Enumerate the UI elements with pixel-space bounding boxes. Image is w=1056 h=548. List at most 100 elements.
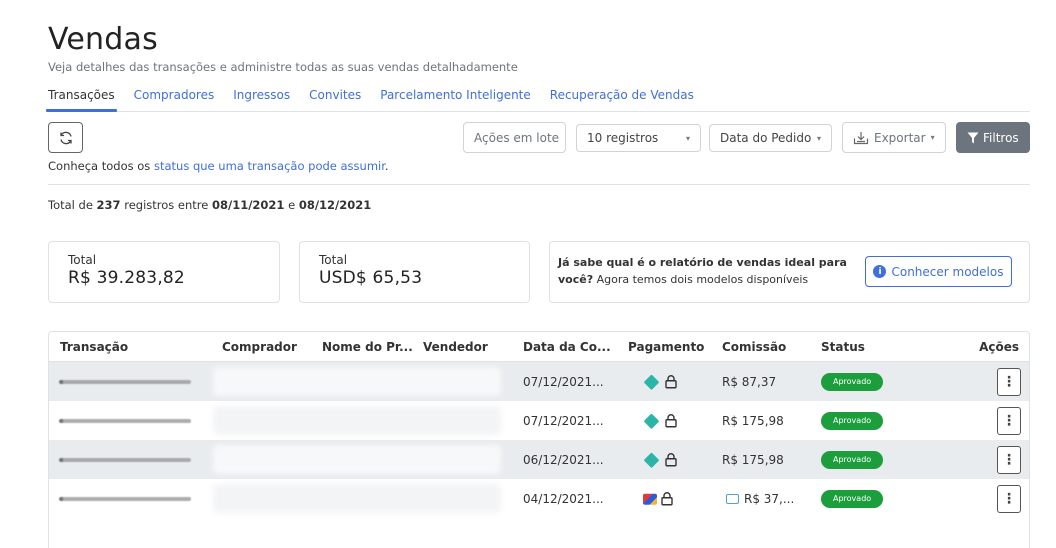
row-actions: ⋮ <box>997 406 1021 435</box>
status-badge: Aprovado <box>821 411 884 430</box>
more-actions-button[interactable]: ⋮ <box>997 406 1021 435</box>
kebab-icon: ⋮ <box>1002 373 1016 390</box>
kebab-icon: ⋮ <box>1002 490 1016 507</box>
tab-convites[interactable]: Convites <box>309 88 361 111</box>
records-select-value: 10 registros <box>587 131 659 145</box>
discover-models-label: Conhecer modelos <box>891 264 1004 279</box>
col-data[interactable]: Data da Co... <box>523 340 611 354</box>
total-usd-value: USD$ 65,53 <box>319 268 423 288</box>
summary-cards: Total R$ 39.283,82 Total USD$ 65,53 Já s… <box>48 241 1030 303</box>
total-and: e <box>284 198 299 212</box>
table-row[interactable]: 07/12/2021... R$ 87,37 Aprovado ⋮ <box>49 362 1029 401</box>
page-title: Vendas <box>48 22 158 57</box>
status-badge: Aprovado <box>821 372 884 391</box>
status-badge: Aprovado <box>821 450 884 469</box>
total-middle: registros entre <box>120 198 213 212</box>
col-nome-produto[interactable]: Nome do Pr... <box>322 340 413 354</box>
tab-ingressos[interactable]: Ingressos <box>233 88 290 111</box>
status-info-text: Conheça todos os <box>48 159 154 173</box>
credit-card-icon <box>643 493 657 505</box>
table-row[interactable]: 07/12/2021... R$ 175,98 Aprovado ⋮ <box>49 401 1029 440</box>
total-count: 237 <box>96 198 121 212</box>
row-date: 04/12/2021... <box>523 491 604 506</box>
payment-method <box>643 451 677 468</box>
discover-models-button[interactable]: i Conhecer modelos <box>865 256 1012 287</box>
status-badge: Aprovado <box>821 489 884 508</box>
col-status[interactable]: Status <box>821 340 865 354</box>
status-info-suffix: . <box>384 159 389 173</box>
col-pagamento[interactable]: Pagamento <box>628 340 704 354</box>
col-comprador[interactable]: Comprador <box>222 340 297 354</box>
download-icon <box>853 131 869 144</box>
row-commission: R$ 37,... <box>744 491 795 506</box>
total-records-line: Total de 237 registros entre 08/11/2021 … <box>48 198 1030 212</box>
tab-parcelamento[interactable]: Parcelamento Inteligente <box>380 88 531 111</box>
row-actions: ⋮ <box>997 484 1021 513</box>
redacted-block <box>213 445 501 474</box>
lock-icon <box>665 414 677 428</box>
kebab-icon: ⋮ <box>1002 451 1016 468</box>
tab-transacoes[interactable]: Transações <box>46 88 117 112</box>
sales-page: Vendas Veja detalhes das transações e ad… <box>46 22 1030 303</box>
lock-icon <box>665 375 677 389</box>
report-models-card: Já sabe qual é o relatório de vendas ide… <box>549 241 1030 303</box>
tab-recuperacao[interactable]: Recuperação de Vendas <box>550 88 694 111</box>
row-actions: ⋮ <box>997 445 1021 474</box>
more-actions-button[interactable]: ⋮ <box>997 367 1021 396</box>
tab-compradores[interactable]: Compradores <box>134 88 215 111</box>
records-per-page-select[interactable]: 10 registros ▾ <box>576 124 701 152</box>
more-actions-button[interactable]: ⋮ <box>997 484 1021 513</box>
status-info-link[interactable]: status que uma transação pode assumir <box>154 159 385 173</box>
refresh-button[interactable] <box>48 122 83 153</box>
status-badge-label: Aprovado <box>821 411 884 430</box>
pix-icon <box>643 373 660 390</box>
row-date: 07/12/2021... <box>523 374 604 389</box>
col-comissao[interactable]: Comissão <box>722 340 786 354</box>
date-type-select[interactable]: Data do Pedido ▾ <box>709 124 832 152</box>
status-badge-label: Aprovado <box>821 372 884 391</box>
date-select-value: Data do Pedido <box>720 131 812 145</box>
col-vendedor[interactable]: Vendedor <box>423 340 488 354</box>
total-end-date: 08/12/2021 <box>298 198 372 212</box>
installment-icon <box>726 494 739 504</box>
status-badge-label: Aprovado <box>821 450 884 469</box>
report-models-desc: Agora temos dois modelos disponíveis <box>593 273 809 286</box>
chevron-down-icon: ▾ <box>685 133 690 143</box>
total-brl-label: Total <box>68 253 97 267</box>
redacted-block <box>213 406 501 435</box>
total-start-date: 08/11/2021 <box>212 198 285 212</box>
total-brl-value: R$ 39.283,82 <box>68 268 185 288</box>
toolbar: Ações em lote 10 registros ▾ Data do Ped… <box>48 122 1030 156</box>
info-icon: i <box>873 265 887 278</box>
redacted-block <box>213 484 501 513</box>
row-commission-cell: R$ 37,... <box>726 492 794 506</box>
export-button[interactable]: Exportar ▾ <box>842 122 946 153</box>
pix-icon <box>643 451 660 468</box>
payment-method <box>643 491 673 506</box>
redacted-transaction-id <box>59 458 191 462</box>
col-transacao[interactable]: Transação <box>60 340 128 354</box>
report-models-text: Já sabe qual é o relatório de vendas ide… <box>558 254 858 288</box>
chevron-down-icon: ▾ <box>930 133 935 142</box>
lock-icon <box>661 492 673 506</box>
more-actions-button[interactable]: ⋮ <box>997 445 1021 474</box>
row-commission: R$ 87,37 <box>722 374 777 389</box>
table-row[interactable]: 06/12/2021... R$ 175,98 Aprovado ⋮ <box>49 440 1029 479</box>
total-usd-label: Total <box>319 253 348 267</box>
status-info: Conheça todos os status que uma transaçã… <box>48 159 1030 185</box>
pix-icon <box>643 412 660 429</box>
chevron-down-icon: ▾ <box>816 133 821 143</box>
total-brl-card: Total R$ 39.283,82 <box>48 241 280 303</box>
batch-actions-button[interactable]: Ações em lote <box>463 122 566 153</box>
redacted-transaction-id <box>59 380 191 384</box>
filters-button[interactable]: Filtros <box>956 122 1030 153</box>
row-date: 06/12/2021... <box>523 452 604 467</box>
table-row[interactable]: 04/12/2021... R$ 37,... Aprovado ⋮ <box>49 479 1029 518</box>
redacted-transaction-id <box>59 419 191 423</box>
tab-bar: Transações Compradores Ingressos Convite… <box>46 88 1030 112</box>
transactions-table: Transação Comprador Nome do Pr... Vended… <box>48 331 1030 548</box>
row-date: 07/12/2021... <box>523 413 604 428</box>
page-subtitle: Veja detalhes das transações e administr… <box>48 60 518 74</box>
payment-method <box>643 412 677 429</box>
row-commission: R$ 175,98 <box>722 452 784 467</box>
